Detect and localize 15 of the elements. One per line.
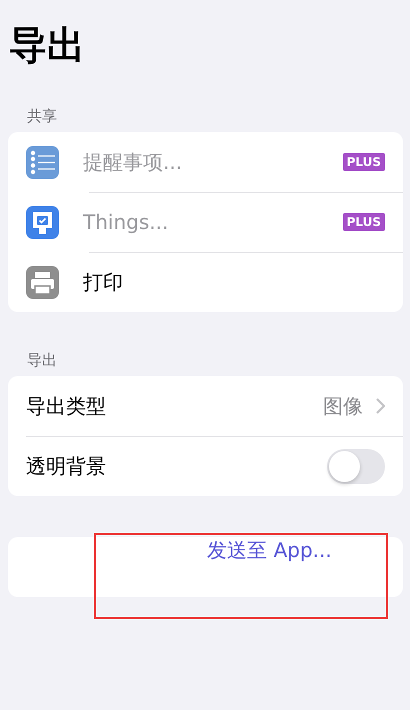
send-to-app-button[interactable]: 发送至 App... xyxy=(207,537,332,564)
printer-icon xyxy=(26,266,59,298)
checkbox-icon xyxy=(26,206,59,238)
toggle-switch[interactable] xyxy=(327,448,385,484)
section-header: 共享 xyxy=(27,106,57,126)
section-header: 导出 xyxy=(27,350,57,370)
option-label[interactable]: 导出类型 xyxy=(26,392,311,420)
plus-badge: PLUS xyxy=(342,213,385,231)
chevron-icon xyxy=(375,398,385,414)
option-label: 透明背景 xyxy=(26,452,107,480)
page-title: 导出 xyxy=(9,22,86,68)
option-value: 图像 xyxy=(323,392,363,420)
list-icon xyxy=(26,146,59,178)
plus-badge: PLUS xyxy=(342,153,385,171)
share-option[interactable]: 打印 xyxy=(83,268,385,296)
